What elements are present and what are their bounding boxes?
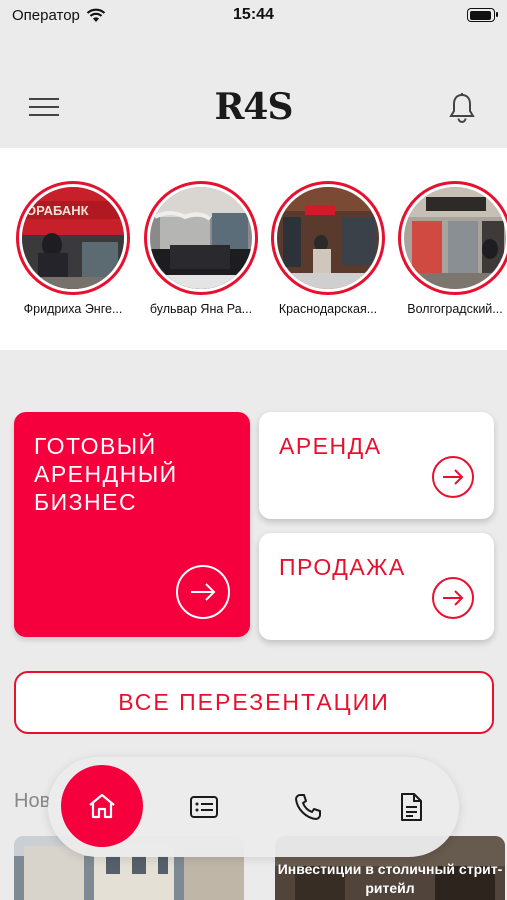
news-caption: Инвестиции в столичный стрит-ритейл bbox=[277, 861, 503, 896]
story-item[interactable]: Краснодарская... bbox=[269, 181, 387, 316]
nav-home[interactable] bbox=[61, 765, 143, 847]
phone-icon bbox=[295, 794, 321, 820]
sale-title: ПРОДАЖА bbox=[279, 554, 406, 580]
nav-catalog[interactable] bbox=[187, 790, 221, 824]
clock: 15:44 bbox=[233, 6, 274, 23]
story-label: Краснодарская... bbox=[278, 302, 378, 316]
home-icon bbox=[89, 793, 115, 819]
ready-business-card[interactable]: ГОТОВЫЙ АРЕНДНЫЙ БИЗНЕС bbox=[14, 412, 250, 637]
battery-icon bbox=[467, 8, 498, 22]
rent-title: АРЕНДА bbox=[279, 433, 382, 459]
id-card-icon bbox=[190, 796, 218, 818]
stories-carousel[interactable]: ОРАБАНК Фридриха Энге... бульвар Яна Ра.… bbox=[0, 148, 507, 350]
bell-icon[interactable] bbox=[447, 92, 477, 124]
nav-documents[interactable] bbox=[394, 790, 428, 824]
ready-business-title: ГОТОВЫЙ АРЕНДНЫЙ БИЗНЕС bbox=[34, 433, 178, 515]
svg-text:ОРАБАНК: ОРАБАНК bbox=[26, 203, 89, 218]
story-label: Волгоградский... bbox=[407, 302, 503, 316]
arrow-right-icon[interactable] bbox=[432, 577, 474, 619]
document-icon bbox=[401, 793, 422, 821]
sale-card[interactable]: ПРОДАЖА bbox=[259, 533, 494, 640]
arrow-right-icon[interactable] bbox=[432, 456, 474, 498]
all-presentations-button[interactable]: ВСЕ ПЕРЕЗЕНТАЦИИ bbox=[14, 671, 494, 734]
news-section-title: Нов bbox=[14, 790, 51, 812]
rent-card[interactable]: АРЕНДА bbox=[259, 412, 494, 519]
story-item[interactable]: Волгоградский... bbox=[396, 181, 507, 316]
story-photo bbox=[404, 187, 506, 289]
nav-contacts[interactable] bbox=[291, 790, 325, 824]
bottom-navigation bbox=[48, 757, 459, 857]
arrow-right-icon[interactable] bbox=[176, 565, 230, 619]
story-photo bbox=[277, 187, 379, 289]
app-logo: R4S bbox=[214, 86, 294, 128]
story-photo: ОРАБАНК bbox=[22, 187, 124, 289]
story-label: бульвар Яна Ра... bbox=[149, 302, 253, 316]
story-item[interactable]: ОРАБАНК Фридриха Энге... bbox=[14, 181, 132, 316]
story-label: Фридриха Энге... bbox=[23, 302, 123, 316]
story-item[interactable]: бульвар Яна Ра... bbox=[142, 181, 260, 316]
app-header: R4S bbox=[0, 34, 507, 148]
story-photo bbox=[150, 187, 252, 289]
status-bar: Оператор 15:44 bbox=[0, 0, 507, 34]
